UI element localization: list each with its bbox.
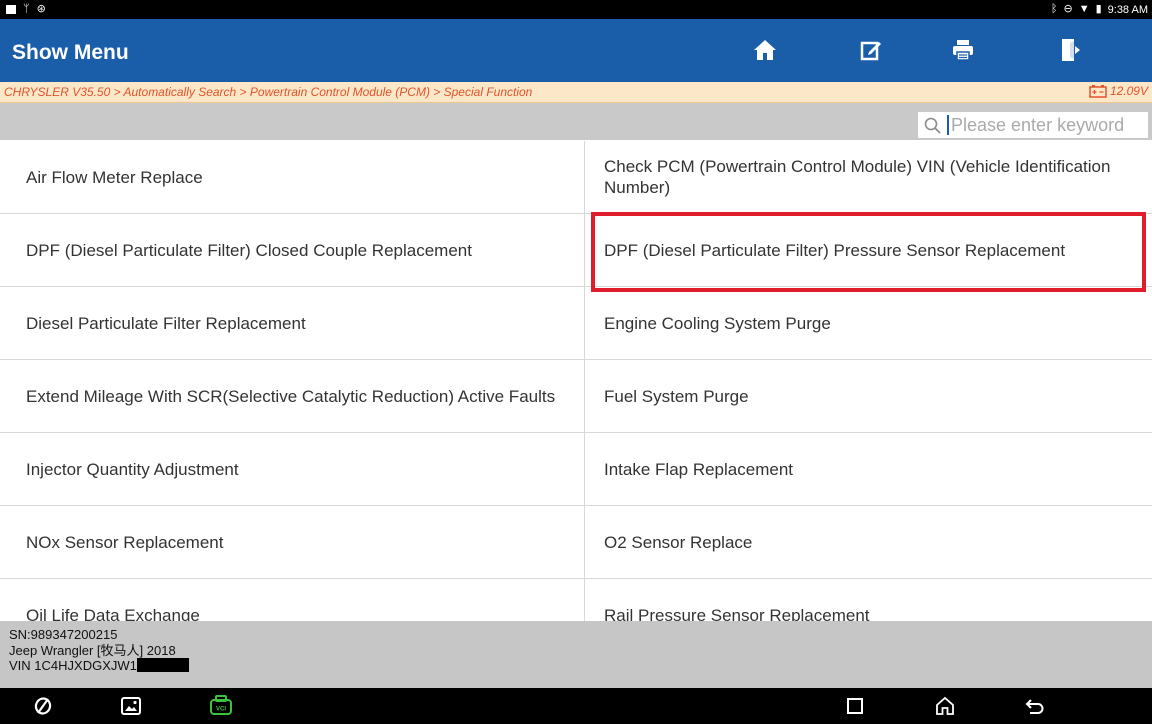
page-title: Show Menu (12, 41, 129, 64)
function-row: Oil Life Data Exchange Rail Pressure Sen… (0, 579, 1152, 621)
breadcrumb-bar: CHRYSLER V35.50 > Automatically Search >… (0, 82, 1152, 103)
function-item[interactable]: Air Flow Meter Replace (0, 141, 585, 213)
usb-icon: ᛘ (23, 3, 30, 15)
app-header: Show Menu (0, 19, 1152, 82)
search-input[interactable] (949, 114, 1141, 136)
battery-voltage: 12.09V (1089, 84, 1148, 98)
battery-icon: ▮ (1095, 3, 1102, 15)
function-item[interactable]: DPF (Diesel Particulate Filter) Closed C… (0, 214, 585, 286)
vin-redaction (136, 658, 189, 672)
vin-number: VIN 1C4HJXDGXJW1 (9, 658, 137, 673)
vehicle-info-bar: SN:989347200215 Jeep Wrangler [牧马人] 2018… (0, 621, 1152, 688)
print-button[interactable] (918, 27, 1008, 73)
function-item[interactable]: Rail Pressure Sensor Replacement (585, 579, 1152, 622)
home-icon (754, 40, 776, 60)
search-icon (924, 117, 941, 134)
function-item[interactable]: O2 Sensor Replace (585, 506, 1152, 578)
home-nav-button[interactable] (925, 688, 965, 724)
browser-icon (34, 697, 52, 715)
vehicle-model: Jeep Wrangler [牧马人] 2018 (9, 642, 176, 658)
recent-apps-icon (847, 698, 863, 714)
edit-note-icon (860, 41, 881, 61)
function-row: Diesel Particulate Filter Replacement En… (0, 287, 1152, 360)
exit-icon (1062, 39, 1080, 61)
function-item[interactable]: Oil Life Data Exchange (0, 579, 585, 621)
function-row: NOx Sensor Replacement O2 Sensor Replace (0, 506, 1152, 579)
serial-number: SN:989347200215 (9, 627, 118, 642)
status-bar: ᛘ ⊛ ᛒ ⊖ ▼ ▮ 9:38 AM (0, 0, 1152, 19)
svg-text:VCI: VCI (216, 707, 226, 713)
home-outline-icon (936, 696, 954, 715)
function-item[interactable]: Extend Mileage With SCR(Selective Cataly… (0, 360, 585, 432)
function-item[interactable]: Injector Quantity Adjustment (0, 433, 585, 505)
browser-button[interactable] (23, 688, 63, 724)
clock: 9:38 AM (1107, 3, 1148, 16)
function-row: DPF (Diesel Particulate Filter) Closed C… (0, 214, 1152, 287)
vci-button[interactable]: VCI (201, 688, 241, 724)
function-item[interactable]: Fuel System Purge (585, 360, 1152, 432)
gallery-button[interactable] (111, 688, 151, 724)
function-item[interactable]: NOx Sensor Replacement (0, 506, 585, 578)
function-row: Injector Quantity Adjustment Intake Flap… (0, 433, 1152, 506)
function-item[interactable]: DPF (Diesel Particulate Filter) Pressure… (585, 214, 1152, 286)
vehicle-info: SN:989347200215 Jeep Wrangler [牧马人] 2018… (9, 627, 189, 674)
recent-apps-button[interactable] (835, 688, 875, 724)
edit-report-button[interactable] (826, 27, 916, 73)
exit-button[interactable] (1026, 27, 1116, 73)
breadcrumb: CHRYSLER V35.50 > Automatically Search >… (4, 85, 533, 99)
voltage-value: 12.09V (1109, 84, 1148, 98)
function-row: Air Flow Meter Replace Check PCM (Powert… (0, 141, 1152, 214)
notification-icon (6, 5, 16, 14)
function-item[interactable]: Engine Cooling System Purge (585, 287, 1152, 359)
function-item[interactable]: Diesel Particulate Filter Replacement (0, 287, 585, 359)
bluetooth-icon: ᛒ (1050, 3, 1058, 15)
vin-line: VIN 1C4HJXDGXJW1 (9, 658, 189, 674)
function-item[interactable]: Intake Flap Replacement (585, 433, 1152, 505)
back-icon (1025, 699, 1044, 714)
function-item[interactable]: Check PCM (Powertrain Control Module) VI… (585, 141, 1152, 213)
wifi-icon: ▼ (1078, 3, 1090, 15)
vci-icon: VCI (210, 695, 232, 715)
settings-notification-icon: ⊛ (36, 3, 46, 15)
dnd-icon: ⊖ (1063, 3, 1073, 15)
function-list: Air Flow Meter Replace Check PCM (Powert… (0, 141, 1152, 621)
print-icon (953, 40, 973, 61)
search-box[interactable] (918, 112, 1148, 138)
car-battery-icon (1089, 85, 1107, 98)
function-row: Extend Mileage With SCR(Selective Cataly… (0, 360, 1152, 433)
gallery-icon (121, 697, 141, 715)
home-button[interactable] (720, 27, 810, 73)
back-button[interactable] (1015, 688, 1055, 724)
search-bar (0, 103, 1152, 140)
system-nav-bar: VCI (0, 688, 1152, 724)
